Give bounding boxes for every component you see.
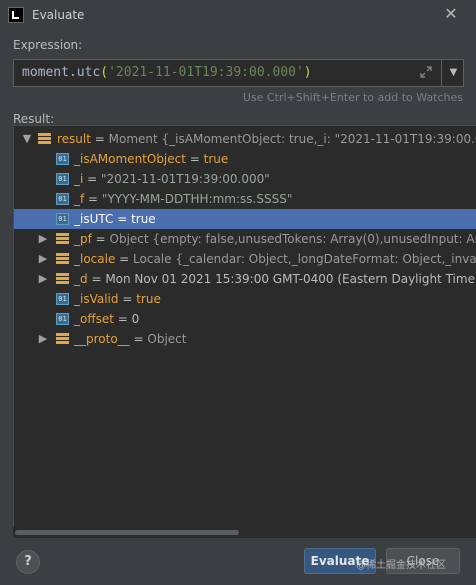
field-name: _locale bbox=[74, 252, 116, 266]
expand-arrow-icon bbox=[37, 189, 49, 209]
field-name: _isAMomentObject bbox=[74, 152, 186, 166]
watches-hint: Use Ctrl+Shift+Enter to add to Watches bbox=[242, 91, 463, 104]
tree-row[interactable]: 01 _i = "2021-11-01T19:39:00.000" bbox=[14, 169, 476, 189]
history-dropdown-button[interactable]: ▼ bbox=[441, 60, 465, 86]
equals-sign: = bbox=[83, 172, 102, 186]
equals-sign: = bbox=[115, 252, 134, 266]
field-value: Mon Nov 01 2021 15:39:00 GMT-0400 (Easte… bbox=[105, 272, 476, 286]
result-label: Result: bbox=[13, 112, 55, 126]
title-bar: Evaluate ✕ bbox=[0, 0, 476, 30]
expression-code[interactable]: moment.utc('2021-11-01T19:39:00.000') bbox=[22, 65, 312, 80]
equals-sign: = bbox=[87, 272, 106, 286]
object-field-icon bbox=[56, 253, 69, 265]
close-window-icon[interactable]: ✕ bbox=[440, 3, 462, 25]
tree-row[interactable]: ▶ _d = Mon Nov 01 2021 15:39:00 GMT-0400 … bbox=[14, 269, 476, 289]
field-name: _i bbox=[74, 172, 84, 186]
field-name: __proto__ bbox=[74, 332, 130, 346]
equals-sign: = bbox=[90, 132, 109, 146]
equals-sign: = bbox=[113, 312, 132, 326]
tree-row[interactable]: 01 _offset = 0 bbox=[14, 309, 476, 329]
object-field-icon bbox=[56, 333, 69, 345]
expression-input[interactable]: moment.utc('2021-11-01T19:39:00.000') ▼ bbox=[13, 59, 464, 87]
object-field-icon bbox=[38, 133, 51, 145]
expand-arrow-icon bbox=[37, 169, 49, 189]
field-name: _isUTC bbox=[74, 212, 114, 226]
expand-arrow-icon[interactable]: ▶ bbox=[37, 229, 49, 249]
equals-sign: = bbox=[118, 292, 137, 306]
primitive-field-icon: 01 bbox=[56, 193, 69, 205]
equals-sign: = bbox=[91, 232, 110, 246]
tree-row-text: _offset = 0 bbox=[74, 309, 139, 329]
primitive-field-icon: 01 bbox=[56, 313, 69, 325]
equals-sign: = bbox=[185, 152, 204, 166]
primitive-field-icon: 01 bbox=[56, 213, 69, 225]
expand-arrow-icon bbox=[37, 289, 49, 309]
equals-sign: = bbox=[113, 212, 132, 226]
tree-row-text: __proto__ = Object bbox=[74, 329, 186, 349]
expand-arrow-icon bbox=[37, 149, 49, 169]
field-name: _offset bbox=[74, 312, 114, 326]
equals-sign: = bbox=[84, 192, 102, 206]
help-button[interactable]: ? bbox=[16, 550, 40, 574]
primitive-field-icon: 01 bbox=[56, 293, 69, 305]
field-value: true bbox=[203, 152, 229, 166]
expression-identifier: moment.utc bbox=[22, 65, 101, 80]
field-name: _pf bbox=[74, 232, 92, 246]
expand-arrow-icon[interactable]: ▶ bbox=[37, 269, 49, 289]
watermark: @稀土掘金技术社区 bbox=[356, 560, 446, 571]
tree-row-text: _pf = Object {empty: false,unusedTokens:… bbox=[74, 229, 476, 249]
expand-arrow-icon bbox=[37, 309, 49, 329]
tree-row-text: result = Moment {_isAMomentObject: true,… bbox=[57, 129, 476, 149]
field-name: _isValid bbox=[74, 292, 119, 306]
tree-row[interactable]: ▶ _pf = Object {empty: false,unusedTokens… bbox=[14, 229, 476, 249]
tree-row[interactable]: ▶ __proto__ = Object bbox=[14, 329, 476, 349]
primitive-field-icon: 01 bbox=[56, 173, 69, 185]
field-value: "2021-11-01T19:39:00.000" bbox=[101, 172, 270, 186]
expression-label: Expression: bbox=[13, 38, 83, 52]
equals-sign: = bbox=[129, 332, 148, 346]
tree-row-text: _i = "2021-11-01T19:39:00.000" bbox=[74, 169, 270, 189]
primitive-field-icon: 01 bbox=[56, 153, 69, 165]
field-name: result bbox=[57, 132, 91, 146]
tree-row-text: _d = Mon Nov 01 2021 15:39:00 GMT-0400 (… bbox=[74, 269, 476, 289]
tree-row-text: _locale = Locale {_calendar: Object,_lon… bbox=[74, 249, 476, 269]
field-value: Locale {_calendar: Object,_longDateForma… bbox=[133, 252, 476, 266]
field-value: Object bbox=[147, 332, 187, 346]
object-field-icon bbox=[56, 233, 69, 245]
field-value: Object {empty: false,unusedTokens: Array… bbox=[109, 232, 476, 246]
tree-row[interactable]: ▼ result = Moment {_isAMomentObject: true… bbox=[14, 129, 476, 149]
tree-row[interactable]: 01 _isValid = true bbox=[14, 289, 476, 309]
horizontal-scrollbar[interactable] bbox=[13, 527, 463, 537]
field-value: true bbox=[131, 212, 156, 226]
tree-row[interactable]: 01 _isUTC = true bbox=[14, 209, 476, 229]
field-value: "YYYY-MM-DDTHH:mm:ss.SSSS" bbox=[101, 192, 293, 206]
field-name: _f bbox=[74, 192, 85, 206]
field-value: true bbox=[136, 292, 161, 306]
close-paren: ) bbox=[303, 65, 312, 80]
intellij-app-icon bbox=[8, 7, 24, 23]
field-value: 0 bbox=[131, 312, 140, 326]
expand-arrow-icon bbox=[37, 209, 49, 229]
tree-row[interactable]: 01 _isAMomentObject = true bbox=[14, 149, 476, 169]
expression-string: '2021-11-01T19:39:00.000' bbox=[108, 65, 304, 80]
scrollbar-thumb[interactable] bbox=[15, 530, 239, 535]
result-tree[interactable]: ▼ result = Moment {_isAMomentObject: true… bbox=[13, 125, 476, 538]
expand-editor-icon[interactable] bbox=[418, 65, 434, 81]
tree-row-text: _isAMomentObject = true bbox=[74, 149, 228, 169]
expand-arrow-icon[interactable]: ▶ bbox=[37, 249, 49, 269]
field-name: _d bbox=[74, 272, 88, 286]
object-field-icon bbox=[56, 273, 69, 285]
tree-row-text: _f = "YYYY-MM-DDTHH:mm:ss.SSSS" bbox=[74, 189, 292, 209]
tree-row-text: _isUTC = true bbox=[74, 209, 156, 229]
open-paren: ( bbox=[100, 65, 109, 80]
field-value: Moment {_isAMomentObject: true,_i: "2021… bbox=[108, 132, 476, 146]
tree-row[interactable]: 01 _f = "YYYY-MM-DDTHH:mm:ss.SSSS" bbox=[14, 189, 476, 209]
window-title: Evaluate bbox=[32, 8, 85, 22]
tree-row-text: _isValid = true bbox=[74, 289, 161, 309]
tree-row[interactable]: ▶ _locale = Locale {_calendar: Object,_lo… bbox=[14, 249, 476, 269]
collapse-arrow-icon[interactable]: ▼ bbox=[21, 129, 33, 149]
expand-arrow-icon[interactable]: ▶ bbox=[37, 329, 49, 349]
